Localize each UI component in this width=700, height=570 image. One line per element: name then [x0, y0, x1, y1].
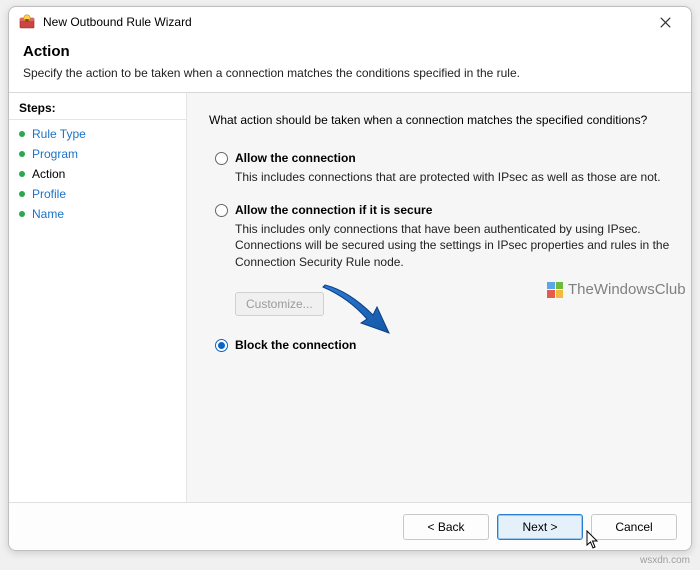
- body: Steps: Rule Type Program Action Profile …: [9, 92, 691, 502]
- credit-text: wsxdn.com: [640, 555, 690, 566]
- option-label: Allow the connection: [235, 151, 671, 165]
- wizard-window: New Outbound Rule Wizard Action Specify …: [8, 6, 692, 551]
- option-desc: This includes connections that are prote…: [235, 169, 671, 185]
- option-label: Block the connection: [235, 338, 671, 352]
- titlebar: New Outbound Rule Wizard: [9, 7, 691, 37]
- cancel-button[interactable]: Cancel: [591, 514, 677, 540]
- option-allow[interactable]: Allow the connection This includes conne…: [215, 151, 671, 185]
- customize-button: Customize...: [235, 292, 324, 316]
- watermark: TheWindowsClub: [547, 281, 686, 298]
- step-label: Rule Type: [32, 127, 86, 141]
- step-label: Profile: [32, 187, 66, 201]
- step-name[interactable]: Name: [9, 204, 186, 224]
- step-profile[interactable]: Profile: [9, 184, 186, 204]
- bullet-icon: [19, 131, 25, 137]
- annotation-arrow-icon: [317, 283, 397, 338]
- bullet-icon: [19, 211, 25, 217]
- firewall-icon: [19, 14, 35, 30]
- bullet-icon: [19, 191, 25, 197]
- close-icon: [660, 17, 671, 28]
- bullet-icon: [19, 171, 25, 177]
- bullet-icon: [19, 151, 25, 157]
- page-title: Action: [23, 43, 677, 60]
- back-button[interactable]: < Back: [403, 514, 489, 540]
- steps-label: Steps:: [9, 99, 186, 120]
- step-label: Program: [32, 147, 78, 161]
- watermark-text: TheWindowsClub: [568, 281, 686, 298]
- option-desc: This includes only connections that have…: [235, 221, 671, 270]
- close-button[interactable]: [643, 8, 687, 36]
- radio-icon[interactable]: [215, 204, 228, 217]
- option-allow-secure[interactable]: Allow the connection if it is secure Thi…: [215, 203, 671, 270]
- page-subtitle: Specify the action to be taken when a co…: [23, 66, 677, 80]
- content-pane: What action should be taken when a conne…: [187, 93, 691, 502]
- option-label: Allow the connection if it is secure: [235, 203, 671, 217]
- question-text: What action should be taken when a conne…: [209, 113, 671, 127]
- radio-icon[interactable]: [215, 152, 228, 165]
- step-action[interactable]: Action: [9, 164, 186, 184]
- step-rule-type[interactable]: Rule Type: [9, 124, 186, 144]
- step-program[interactable]: Program: [9, 144, 186, 164]
- window-title: New Outbound Rule Wizard: [43, 15, 643, 29]
- option-block[interactable]: Block the connection: [215, 338, 671, 356]
- step-label: Name: [32, 207, 64, 221]
- windows-logo-icon: [547, 282, 563, 298]
- next-button[interactable]: Next >: [497, 514, 583, 540]
- footer: < Back Next > Cancel: [9, 502, 691, 550]
- header: Action Specify the action to be taken wh…: [9, 37, 691, 92]
- step-label: Action: [32, 167, 65, 181]
- steps-sidebar: Steps: Rule Type Program Action Profile …: [9, 93, 187, 502]
- radio-icon[interactable]: [215, 339, 228, 352]
